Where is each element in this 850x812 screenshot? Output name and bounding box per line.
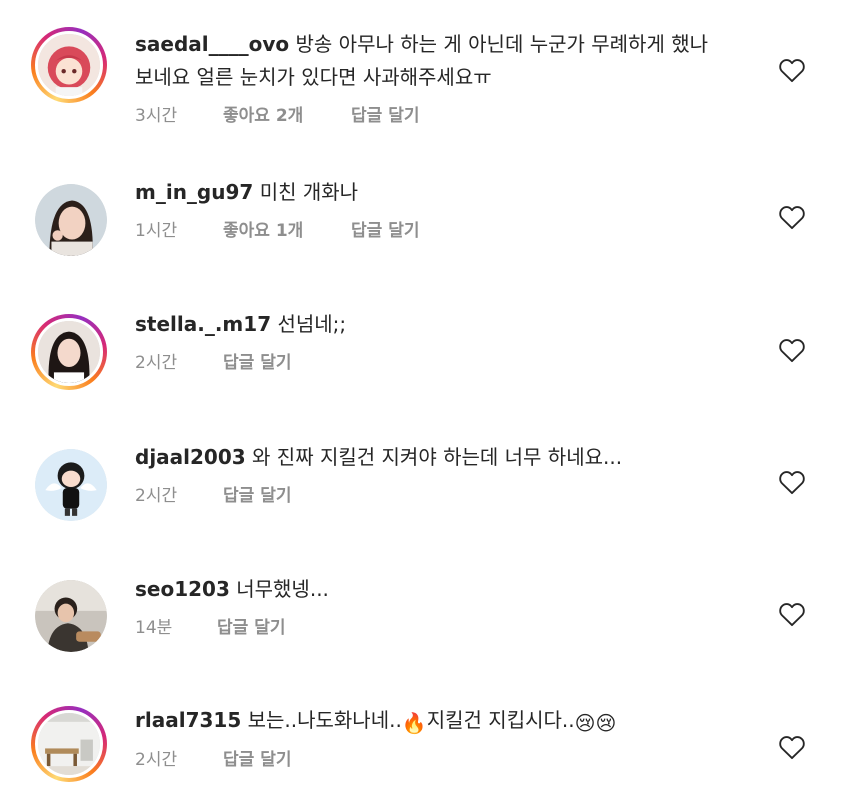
reply-button[interactable]: 답글 달기 bbox=[223, 481, 291, 506]
heart-outline-icon[interactable] bbox=[778, 601, 806, 627]
reply-button[interactable]: 답글 달기 bbox=[217, 613, 285, 638]
reply-button[interactable]: 답글 달기 bbox=[351, 101, 419, 126]
comment-text: 미친 개화나 bbox=[259, 180, 359, 204]
anime-girl-avatar-image bbox=[38, 34, 100, 96]
heart-outline-icon[interactable] bbox=[778, 469, 806, 495]
comment-username[interactable]: stella._.m17 bbox=[135, 312, 271, 336]
reply-button[interactable]: 답글 달기 bbox=[223, 348, 291, 373]
comment-username[interactable]: rlaal7315 bbox=[135, 708, 241, 732]
comment-timestamp: 14분 bbox=[135, 618, 173, 638]
comment-timestamp: 1시간 bbox=[135, 221, 178, 241]
like-count-link[interactable]: 좋아요 2개 bbox=[223, 101, 351, 126]
woman-photo-avatar-image bbox=[35, 184, 107, 256]
comment-username[interactable]: saedal____ovo bbox=[135, 32, 289, 56]
heart-outline-icon[interactable] bbox=[778, 337, 806, 363]
reply-button[interactable]: 답글 달기 bbox=[351, 216, 419, 241]
comment-username[interactable]: seo1203 bbox=[135, 577, 230, 601]
avatar[interactable] bbox=[31, 314, 107, 390]
comment-text: 선넘네;; bbox=[277, 312, 347, 336]
room-photo-avatar-image bbox=[38, 713, 100, 775]
woman-selfie-avatar-image bbox=[38, 321, 100, 383]
avatar[interactable] bbox=[31, 27, 107, 103]
comment-timestamp: 3시간 bbox=[135, 106, 178, 126]
comment-username[interactable]: djaal2003 bbox=[135, 445, 246, 469]
heart-outline-icon[interactable] bbox=[778, 734, 806, 760]
like-count-link[interactable]: 좋아요 1개 bbox=[223, 216, 351, 241]
reply-button[interactable]: 답글 달기 bbox=[223, 745, 291, 770]
comment-text: 와 진짜 지킬건 지켜야 하는데 너무 하네요... bbox=[252, 445, 623, 469]
heart-outline-icon[interactable] bbox=[778, 204, 806, 230]
avatar[interactable] bbox=[35, 580, 107, 652]
man-photo-avatar-image bbox=[35, 580, 107, 652]
heart-outline-icon[interactable] bbox=[778, 57, 806, 83]
comment-timestamp: 2시간 bbox=[135, 486, 178, 506]
angel-character-avatar-image bbox=[35, 449, 107, 521]
comment-timestamp: 2시간 bbox=[135, 353, 178, 373]
comment-text: 보는..나도화나네.. bbox=[247, 708, 402, 732]
avatar[interactable] bbox=[35, 449, 107, 521]
fire-emoji: 🔥 bbox=[401, 711, 427, 735]
avatar[interactable] bbox=[35, 184, 107, 256]
comment-timestamp: 2시간 bbox=[135, 750, 178, 770]
crying-face-emoji: 😢😢 bbox=[574, 711, 617, 735]
comment-text-continued: 지킬건 지킵시다.. bbox=[426, 708, 575, 732]
comment-username[interactable]: m_in_gu97 bbox=[135, 180, 253, 204]
avatar[interactable] bbox=[31, 706, 107, 782]
comment-list: saedal____ovo 방송 아무나 하는 게 아닌데 누군가 무례하게 했… bbox=[0, 0, 850, 812]
comment-text: 너무했넹... bbox=[236, 577, 329, 601]
